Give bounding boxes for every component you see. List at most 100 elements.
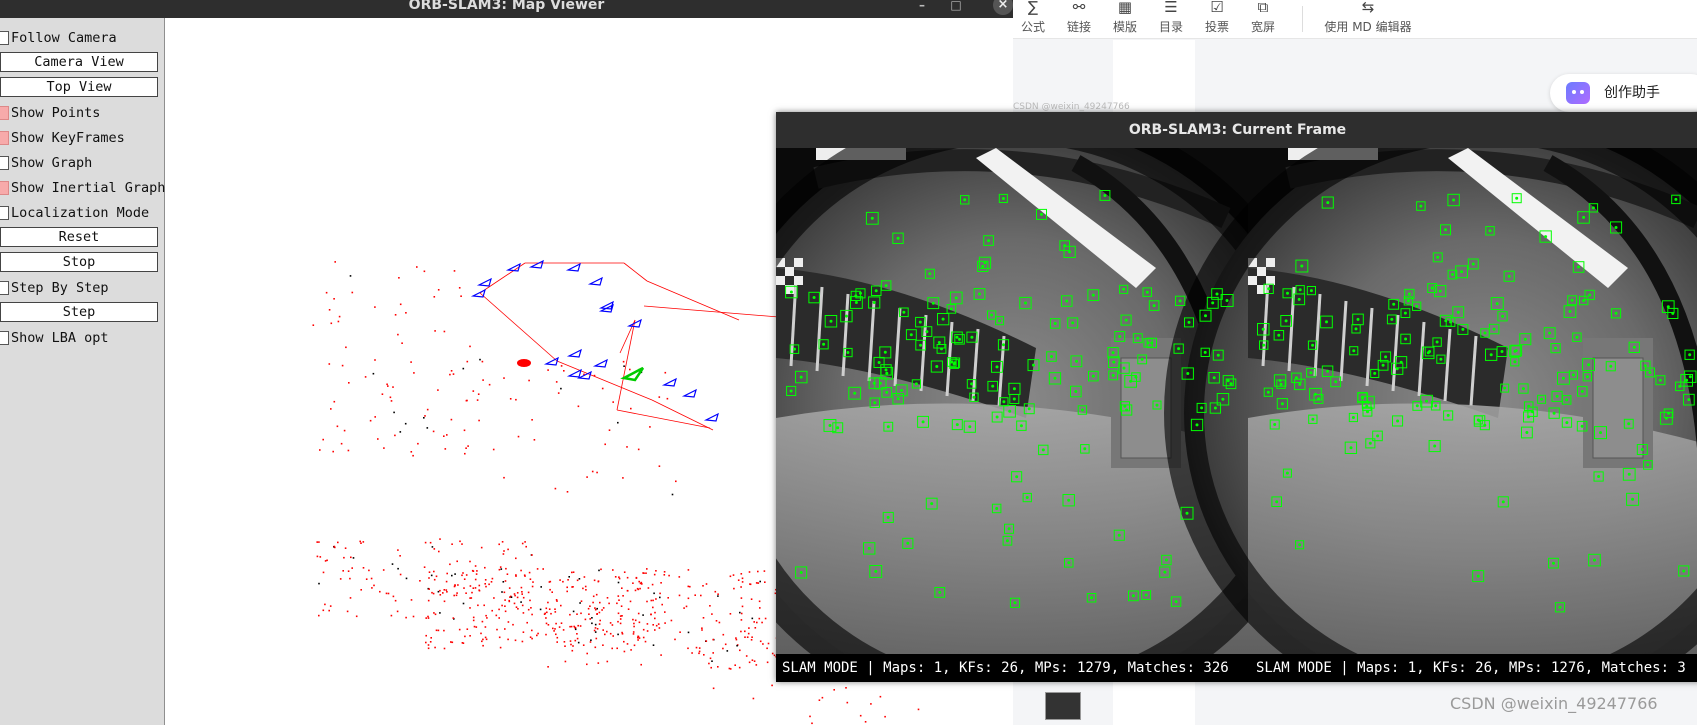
feature-dot [1050, 355, 1053, 358]
feature-dot [1273, 423, 1277, 426]
current-frame-window: ORB-SLAM3: Current Frame SLAM MODE | Map… [776, 112, 1697, 682]
feature-dot [1215, 292, 1219, 296]
toolbar-formula-button[interactable]: ∑ 公式 [1013, 0, 1053, 35]
feature-dot [1083, 447, 1087, 451]
feature-dot [883, 350, 887, 354]
feature-dot [981, 264, 985, 268]
reset-button[interactable]: Reset [0, 227, 158, 247]
follow-camera-checkbox[interactable]: Follow Camera [0, 27, 117, 49]
assistant-button[interactable]: 创作助手 [1550, 74, 1697, 112]
feature-dot [1368, 441, 1372, 445]
step-button[interactable]: Step [0, 302, 158, 322]
control-panel: Follow Camera Camera View Top View Show Poi… [0, 18, 165, 725]
feature-dot [1495, 302, 1499, 306]
camera-view-button[interactable]: Camera View [0, 52, 158, 72]
feature-dot [1145, 290, 1149, 294]
feature-dot [1186, 372, 1190, 375]
checkbox-box[interactable] [0, 281, 9, 295]
feature-dot [1593, 558, 1596, 562]
feature-dot [1415, 304, 1419, 308]
stop-button[interactable]: Stop [0, 252, 158, 272]
feature-dot [870, 216, 874, 220]
feature-dot [928, 272, 932, 276]
feature-dot [950, 360, 954, 364]
checkbox-box[interactable] [0, 106, 9, 120]
feature-dot [1150, 341, 1154, 345]
feature-dot [1513, 360, 1517, 364]
toolbar-toc-button[interactable]: ☰ 目录 [1151, 0, 1191, 35]
checkbox-box[interactable] [0, 131, 9, 145]
feature-dot [1144, 593, 1148, 597]
toolbar-link-button[interactable]: ⚯ 链接 [1059, 0, 1099, 35]
feature-dot [991, 384, 995, 388]
feature-dot [1211, 301, 1215, 305]
feature-dot [1471, 262, 1475, 266]
feature-dot [1643, 364, 1647, 368]
feature-dot [953, 361, 957, 365]
checkbox-box[interactable] [0, 181, 9, 195]
feature-dot [1435, 340, 1439, 344]
feature-dot [978, 292, 981, 296]
checkbox-box[interactable] [0, 206, 9, 220]
feature-dot [1591, 206, 1595, 210]
minimize-icon[interactable]: – [913, 0, 931, 14]
localization-mode-checkbox[interactable]: Localization Mode [0, 202, 149, 224]
feature-dot [1366, 400, 1370, 404]
feature-dot [998, 319, 1002, 323]
show-points-checkbox[interactable]: Show Points [0, 102, 100, 124]
top-view-button[interactable]: Top View [0, 77, 158, 97]
feature-dot [937, 341, 941, 344]
feature-dot [1452, 198, 1456, 202]
show-graph-checkbox[interactable]: Show Graph [0, 152, 92, 174]
feature-dot [1500, 350, 1504, 353]
feature-dot [1428, 350, 1432, 353]
feature-dot [1552, 561, 1555, 565]
toolbar-label: 模版 [1112, 20, 1137, 34]
feature-dot [1631, 497, 1635, 501]
md-editor-button[interactable]: ⇆ 使用 MD 编辑器 [1318, 0, 1418, 35]
checkbox-box[interactable] [0, 31, 9, 45]
current-frame-titlebar[interactable]: ORB-SLAM3: Current Frame [776, 112, 1697, 148]
feature-dot [1187, 320, 1191, 324]
feature-dot [1326, 201, 1330, 205]
checkbox-label: Show KeyFrames [11, 130, 125, 146]
feature-dot [1582, 215, 1586, 219]
toolbar-widescreen-button[interactable]: ⧉ 宽屏 [1243, 0, 1283, 35]
feature-dot [1015, 475, 1019, 479]
feature-dot [1460, 270, 1464, 274]
feature-dot [1667, 411, 1670, 415]
checkbox-box[interactable] [0, 331, 9, 345]
feature-dot [1002, 343, 1005, 347]
feature-dot [1123, 404, 1127, 408]
maximize-icon[interactable]: □ [947, 0, 965, 14]
csdn-watermark: CSDN @weixin_49247766 [1450, 694, 1658, 713]
feature-dot [1580, 389, 1584, 393]
feature-dot [886, 425, 890, 429]
feature-dot [1449, 320, 1453, 324]
feature-dot [1609, 364, 1613, 368]
show-lba-opt-checkbox[interactable]: Show LBA opt [0, 327, 109, 349]
step-by-step-checkbox[interactable]: Step By Step [0, 277, 109, 299]
image-thumbnail[interactable] [1045, 692, 1081, 720]
feature-dot [1005, 539, 1009, 543]
feature-dot [963, 198, 967, 202]
checkbox-label: Show Points [11, 105, 101, 121]
feature-dot [995, 415, 999, 419]
toolbar-template-button[interactable]: ▦ 模版 [1105, 0, 1145, 35]
feature-dot [954, 296, 958, 300]
feature-dot [1354, 327, 1358, 331]
map-viewer-titlebar[interactable]: ORB-SLAM3: Map Viewer – □ × [0, 0, 1013, 18]
show-keyframes-checkbox[interactable]: Show KeyFrames [0, 127, 125, 149]
feature-dot [1404, 337, 1408, 341]
feature-dot [1001, 197, 1005, 200]
show-inertial-graph-checkbox[interactable]: Show Inertial Graph [0, 177, 165, 199]
feature-dot [925, 330, 929, 334]
editor-toolbar: ∑ 公式 ⚯ 链接 ▦ 模版 ☰ 目录 ☑ 投票 ⧉ 宽屏 ⇆ 使用 MD 编辑… [1013, 0, 1697, 39]
feature-dot [874, 289, 878, 293]
toolbar-label: 宽屏 [1250, 20, 1275, 34]
feature-dot [1008, 409, 1012, 413]
feature-dot [1155, 403, 1159, 407]
checkbox-box[interactable] [0, 156, 9, 170]
feature-dot [1309, 371, 1313, 375]
toolbar-vote-button[interactable]: ☑ 投票 [1197, 0, 1237, 35]
